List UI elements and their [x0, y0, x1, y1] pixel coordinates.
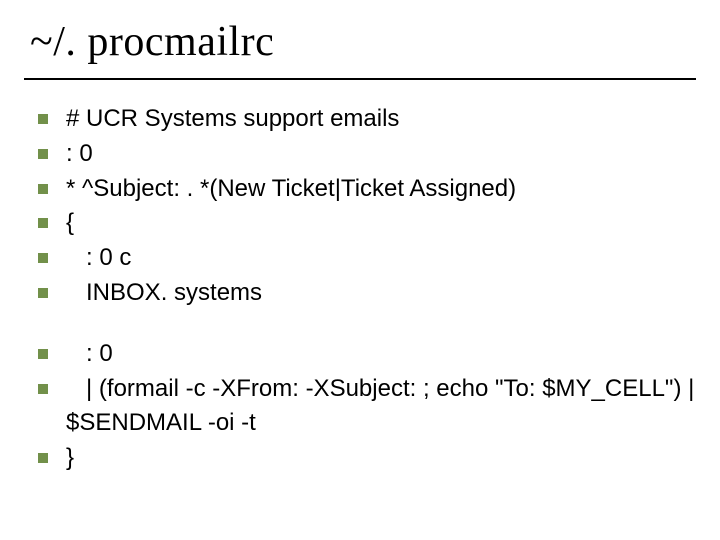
list-item-text: * ^Subject: . *(New Ticket|Ticket Assign… — [66, 172, 696, 207]
bullet-icon — [38, 218, 48, 228]
slide: ~/. procmailrc # UCR Systems support ema… — [0, 0, 720, 540]
list-item-text: | (formail -c -XFrom: -XSubject: ; echo … — [66, 372, 696, 442]
bullet-icon — [38, 384, 48, 394]
list-item: * ^Subject: . *(New Ticket|Ticket Assign… — [38, 172, 696, 207]
list-item: } — [38, 441, 696, 476]
list-item-text: : 0 c — [66, 241, 696, 276]
bullet-icon — [38, 453, 48, 463]
list-item: # UCR Systems support emails — [38, 102, 696, 137]
list-item-text: } — [66, 441, 696, 476]
list-item-text: : 0 — [66, 337, 696, 372]
list-item-text: # UCR Systems support emails — [66, 102, 696, 137]
spacer — [38, 311, 696, 337]
list-item-text: { — [66, 206, 696, 241]
bullet-icon — [38, 149, 48, 159]
list-item: INBOX. systems — [38, 276, 696, 311]
bullet-icon — [38, 114, 48, 124]
list-item-text: INBOX. systems — [66, 276, 696, 311]
slide-title: ~/. procmailrc — [24, 0, 696, 80]
list-item-text: : 0 — [66, 137, 696, 172]
list-item: | (formail -c -XFrom: -XSubject: ; echo … — [38, 372, 696, 442]
list-item: : 0 — [38, 137, 696, 172]
bullet-icon — [38, 288, 48, 298]
list-item: : 0 — [38, 337, 696, 372]
bullet-icon — [38, 349, 48, 359]
bullet-list: # UCR Systems support emails : 0 * ^Subj… — [24, 102, 696, 476]
list-item: : 0 c — [38, 241, 696, 276]
bullet-icon — [38, 253, 48, 263]
list-item: { — [38, 206, 696, 241]
bullet-icon — [38, 184, 48, 194]
